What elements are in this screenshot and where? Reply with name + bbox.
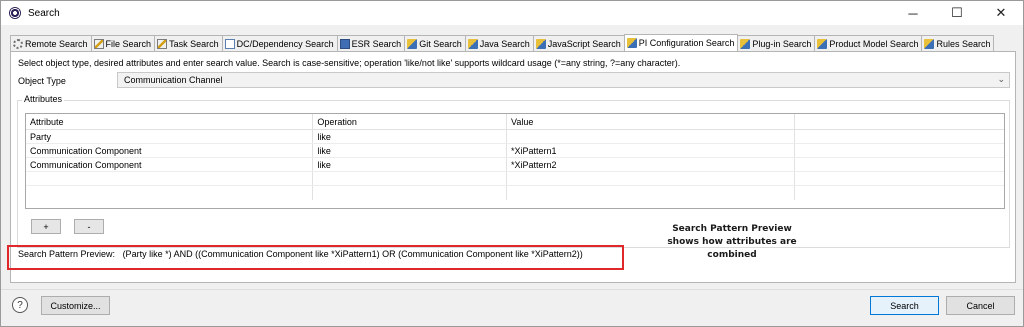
window-controls: ─ ☐ ✕ [891, 1, 1023, 25]
cell-attribute[interactable]: Party [26, 130, 314, 143]
tab-label: Plug-in Search [752, 38, 812, 49]
tab-label: Git Search [419, 38, 462, 49]
column-header-value[interactable]: Value [507, 114, 796, 129]
search-button[interactable]: Search [870, 296, 939, 315]
pencil-icon [93, 38, 104, 49]
title-bar: Search ─ ☐ ✕ [1, 1, 1023, 25]
footer-divider [1, 289, 1023, 290]
attributes-table: Attribute Operation Value Party like Com… [25, 113, 1005, 209]
tab-label: Java Search [479, 38, 530, 49]
cell-operation[interactable]: like [313, 130, 508, 143]
tab-file-search[interactable]: File Search [90, 35, 156, 51]
help-icon[interactable]: ? [12, 297, 28, 313]
table-row[interactable]: Communication Component like *XiPattern2 [26, 158, 1004, 172]
table-row[interactable]: Party like [26, 130, 1004, 144]
chevron-down-icon: ⌄ [997, 74, 1005, 84]
minimize-button[interactable]: ─ [891, 1, 935, 25]
attributes-group: Attributes Attribute Operation Value Par… [17, 94, 1010, 248]
cell-operation[interactable]: like [313, 144, 508, 157]
tab-pi-configuration-search[interactable]: PI Configuration Search [623, 34, 739, 51]
esr-icon [339, 38, 350, 49]
tab-java-search[interactable]: Java Search [464, 35, 534, 51]
column-header-operation[interactable]: Operation [313, 114, 508, 129]
tab-task-search[interactable]: Task Search [154, 35, 223, 51]
table-header: Attribute Operation Value [26, 114, 1004, 130]
tab-label: Product Model Search [829, 38, 919, 49]
cell-value[interactable]: *XiPattern1 [507, 144, 796, 157]
cell-empty [795, 130, 1004, 143]
remove-attribute-button[interactable]: - [74, 219, 104, 234]
callout-annotation: Search Pattern Preview shows how attribu… [667, 224, 797, 260]
flash-icon [817, 38, 828, 49]
maximize-button[interactable]: ☐ [935, 1, 979, 25]
doc-icon [224, 38, 235, 49]
preview-highlight-box [7, 245, 624, 270]
object-type-value: Communication Channel [124, 75, 223, 85]
cell-value[interactable] [507, 130, 796, 143]
tab-label: Remote Search [25, 38, 88, 49]
tab-product-model-search[interactable]: Product Model Search [814, 35, 923, 51]
cancel-button[interactable]: Cancel [946, 296, 1015, 315]
tab-label: JavaScript Search [547, 38, 621, 49]
search-dialog: Search ─ ☐ ✕ Remote Search File Search T… [0, 0, 1024, 327]
object-type-select[interactable]: Communication Channel ⌄ [117, 72, 1010, 88]
flash-icon [924, 38, 935, 49]
tab-label: Task Search [169, 38, 219, 49]
gear-icon [13, 38, 23, 49]
cell-attribute[interactable]: Communication Component [26, 158, 314, 171]
cell-value[interactable]: *XiPattern2 [507, 158, 796, 171]
cell-empty [795, 158, 1004, 171]
tab-git-search[interactable]: Git Search [404, 35, 466, 51]
tab-label: Rules Search [936, 38, 991, 49]
cell-operation[interactable]: like [313, 158, 508, 171]
column-header-attribute[interactable]: Attribute [26, 114, 314, 129]
table-row[interactable]: Communication Component like *XiPattern1 [26, 144, 1004, 158]
tab-rules-search[interactable]: Rules Search [921, 35, 995, 51]
search-tabs: Remote Search File Search Task Search DC… [10, 34, 1016, 51]
tab-plug-in-search[interactable]: Plug-in Search [737, 35, 816, 51]
flash-icon [626, 38, 637, 48]
cell-empty [795, 144, 1004, 157]
flash-icon [740, 38, 751, 49]
table-row-empty [26, 172, 1004, 186]
tab-label: PI Configuration Search [638, 38, 735, 48]
column-header-empty [795, 114, 1004, 129]
flash-icon [467, 38, 478, 49]
cell-attribute[interactable]: Communication Component [26, 144, 314, 157]
tab-label: DC/Dependency Search [236, 38, 334, 49]
customize-button[interactable]: Customize... [41, 296, 110, 315]
eclipse-icon [9, 7, 21, 19]
close-button[interactable]: ✕ [979, 1, 1023, 25]
attributes-group-label: Attributes [22, 94, 65, 104]
window-title: Search [28, 7, 60, 19]
table-row-empty [26, 186, 1004, 200]
tab-label: File Search [105, 38, 152, 49]
tab-javascript-search[interactable]: JavaScript Search [532, 35, 625, 51]
tab-label: ESR Search [351, 38, 402, 49]
instructions-text: Select object type, desired attributes a… [18, 58, 681, 68]
flash-icon [407, 38, 418, 49]
flash-icon [535, 38, 546, 49]
tab-remote-search[interactable]: Remote Search [10, 35, 92, 51]
object-type-label: Object Type [18, 76, 66, 86]
pencil-icon [157, 38, 168, 49]
tab-dc-dependency-search[interactable]: DC/Dependency Search [221, 35, 338, 51]
tab-esr-search[interactable]: ESR Search [336, 35, 406, 51]
add-attribute-button[interactable]: + [31, 219, 61, 234]
